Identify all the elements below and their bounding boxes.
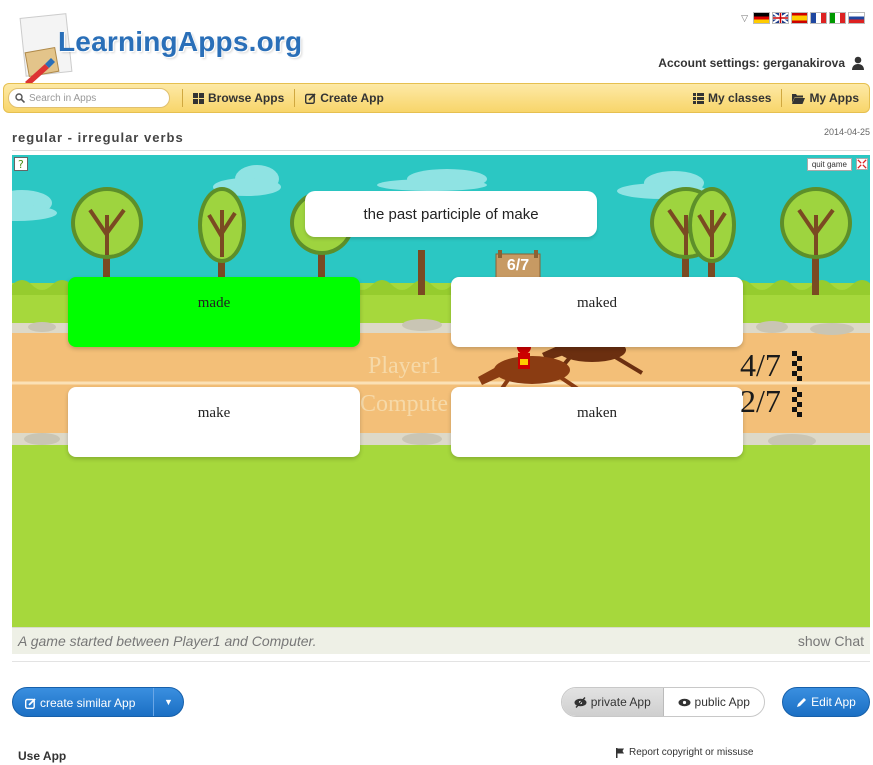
flag-it-icon[interactable] xyxy=(829,12,846,24)
fullscreen-icon[interactable] xyxy=(856,158,868,170)
app-date: 2014-04-25 xyxy=(823,127,870,137)
user-icon[interactable] xyxy=(851,56,865,70)
report-label: Report copyright or missuse xyxy=(629,747,754,758)
account-settings-label[interactable]: Account settings: gerganakirova xyxy=(658,56,845,70)
flag-es-icon[interactable] xyxy=(791,12,808,24)
create-similar-dropdown-icon[interactable]: ▼ xyxy=(153,688,183,716)
dropdown-triangle-icon[interactable]: ▽ xyxy=(741,13,748,24)
answer-option[interactable]: maked xyxy=(451,277,743,347)
search-icon xyxy=(15,93,25,103)
create-similar-app-button[interactable]: create similar App ▼ xyxy=(12,687,184,717)
my-apps-label: My Apps xyxy=(809,91,859,105)
edit-square-icon xyxy=(25,697,36,709)
account-settings[interactable]: Account settings: gerganakirova xyxy=(658,56,865,70)
search-placeholder: Search in Apps xyxy=(29,92,97,104)
question-card: the past participle of make xyxy=(305,191,597,237)
edit-app-button[interactable]: Edit App xyxy=(782,687,870,717)
search-input[interactable]: Search in Apps xyxy=(8,88,170,108)
eye-slash-icon xyxy=(574,696,587,708)
language-selector[interactable]: ▽ xyxy=(741,12,865,24)
logo-text[interactable]: LearningApps.org xyxy=(58,26,302,58)
computer-lane-label: Compute xyxy=(360,391,448,417)
edit-square-icon xyxy=(305,92,316,104)
my-classes-link[interactable]: My classes xyxy=(683,84,781,112)
private-app-label: private App xyxy=(590,695,651,709)
game-area[interactable]: ? quit game the past participle of make … xyxy=(12,155,870,627)
create-similar-label-group: create similar App xyxy=(25,696,135,710)
quit-game-button[interactable]: quit game xyxy=(806,158,852,171)
visibility-toggle[interactable]: private App public App xyxy=(561,687,765,717)
finish-flag-icon xyxy=(792,351,802,381)
flag-fr-icon[interactable] xyxy=(810,12,827,24)
flag-en-icon[interactable] xyxy=(772,12,789,24)
grid-icon xyxy=(193,92,204,104)
help-icon[interactable]: ? xyxy=(14,157,28,171)
page: LearningApps.org ▽ Account settings: ger… xyxy=(0,0,873,765)
browse-apps-label: Browse Apps xyxy=(208,91,285,105)
folder-open-icon xyxy=(792,93,806,104)
game-status-bar: A game started between Player1 and Compu… xyxy=(12,627,870,654)
list-icon xyxy=(693,92,705,104)
my-classes-label: My classes xyxy=(708,91,772,105)
my-apps-link[interactable]: My Apps xyxy=(782,84,869,112)
app-title: regular - irregular verbs xyxy=(12,130,184,145)
answer-option[interactable]: maken xyxy=(451,387,743,457)
create-app-link[interactable]: Create App xyxy=(295,84,394,112)
flag-ru-icon[interactable] xyxy=(848,12,865,24)
player1-score: 4/7 xyxy=(740,347,781,383)
section-divider xyxy=(12,661,870,662)
finish-flag-icon xyxy=(792,387,802,417)
flag-de-icon[interactable] xyxy=(753,12,770,24)
show-chat-link[interactable]: show Chat xyxy=(798,633,864,649)
eye-icon xyxy=(678,698,691,706)
svg-text:?: ? xyxy=(18,158,24,171)
create-app-label: Create App xyxy=(320,91,384,105)
edit-app-label: Edit App xyxy=(811,695,856,709)
answer-option[interactable]: make xyxy=(68,387,360,457)
use-app-heading: Use App xyxy=(18,749,67,763)
private-app-option[interactable]: private App xyxy=(562,688,664,716)
player1-lane-label: Player1 xyxy=(368,353,442,379)
flag-icon xyxy=(616,747,624,758)
main-navbar: Search in Apps Browse Apps Create App My… xyxy=(3,83,870,113)
title-divider xyxy=(12,150,870,151)
status-message: A game started between Player1 and Compu… xyxy=(18,633,317,649)
public-app-option[interactable]: public App xyxy=(664,688,765,716)
report-link[interactable]: Report copyright or missuse xyxy=(616,747,754,758)
create-similar-label: create similar App xyxy=(40,696,136,710)
answer-option[interactable]: made xyxy=(68,277,360,347)
progress-counter: 6/7 xyxy=(506,257,530,274)
public-app-label: public App xyxy=(694,695,750,709)
computer-score: 2/7 xyxy=(740,383,781,419)
pencil-icon xyxy=(797,697,807,707)
browse-apps-link[interactable]: Browse Apps xyxy=(183,84,294,112)
